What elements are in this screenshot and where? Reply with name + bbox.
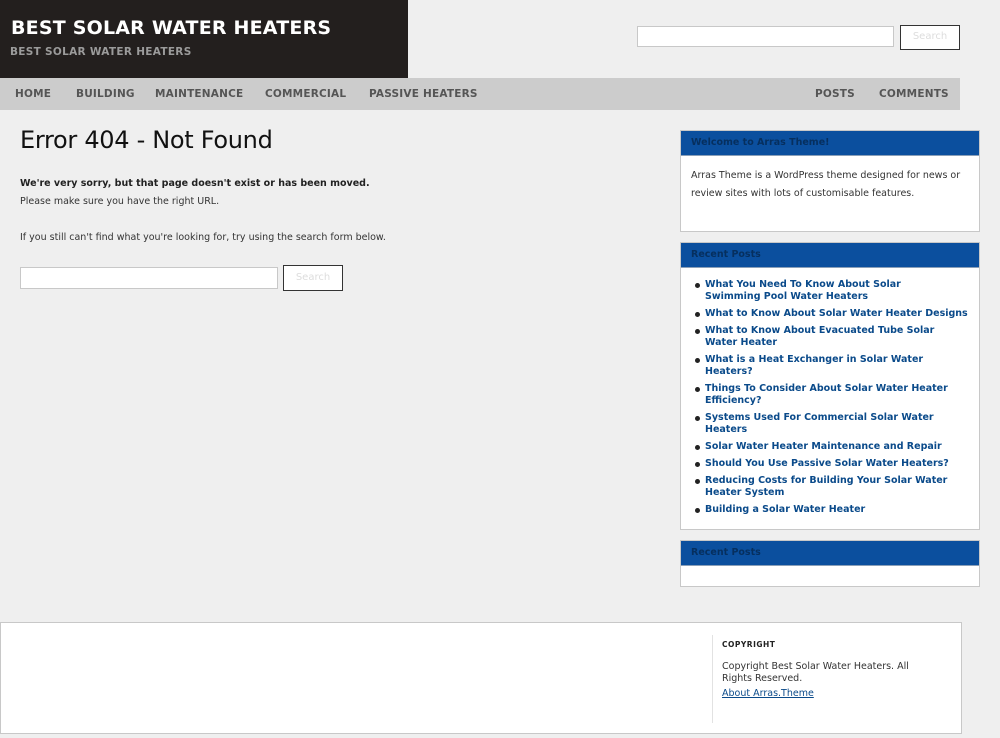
site-title[interactable]: BEST SOLAR WATER HEATERS — [11, 17, 331, 39]
welcome-widget-title: Welcome to Arras Theme! — [681, 131, 979, 156]
bullet-icon — [695, 445, 700, 450]
recent-posts-widget-2: Recent Posts — [680, 540, 980, 587]
nav-item-passive-heaters[interactable]: PASSIVE HEATERS — [369, 78, 478, 110]
bullet-icon — [695, 312, 700, 317]
nav-item-maintenance[interactable]: MAINTENANCE — [155, 78, 243, 110]
recent-post-link[interactable]: What to Know About Evacuated Tube Solar … — [705, 325, 955, 349]
header-search-button[interactable]: Search — [900, 25, 960, 50]
footer-theme-link[interactable]: About Arras.Theme — [722, 688, 814, 699]
recent-posts-title: Recent Posts — [681, 243, 979, 268]
footer-divider — [712, 635, 713, 723]
site-branding: BEST SOLAR WATER HEATERS BEST SOLAR WATE… — [0, 0, 408, 78]
welcome-widget: Welcome to Arras Theme! Arras Theme is a… — [680, 130, 980, 232]
bullet-icon — [695, 283, 700, 288]
bullet-icon — [695, 387, 700, 392]
recent-post-link[interactable]: What to Know About Solar Water Heater De… — [705, 308, 975, 320]
nav-item-comments-feed[interactable]: COMMENTS — [879, 78, 949, 110]
bullet-icon — [695, 416, 700, 421]
main-search-input[interactable] — [20, 267, 278, 289]
header-search-input[interactable] — [637, 26, 894, 47]
recent-post-link[interactable]: What is a Heat Exchanger in Solar Water … — [705, 354, 955, 378]
recent-post-link[interactable]: Systems Used For Commercial Solar Water … — [705, 412, 955, 436]
welcome-widget-text: Arras Theme is a WordPress theme designe… — [691, 170, 961, 199]
bullet-icon — [695, 329, 700, 334]
main-nav: HOME BUILDING MAINTENANCE COMMERCIAL PAS… — [0, 78, 960, 110]
recent-post-link[interactable]: What You Need To Know About Solar Swimmi… — [705, 279, 955, 303]
recent-post-link[interactable]: Building a Solar Water Heater — [705, 504, 955, 516]
recent-post-link[interactable]: Solar Water Heater Maintenance and Repai… — [705, 441, 975, 453]
bullet-icon — [695, 479, 700, 484]
page-title: Error 404 - Not Found — [20, 126, 273, 154]
recent-post-link[interactable]: Should You Use Passive Solar Water Heate… — [705, 458, 975, 470]
search-hint: If you still can't find what you're look… — [20, 232, 386, 243]
bullet-icon — [695, 462, 700, 467]
recent-posts-widget: Recent Posts What You Need To Know About… — [680, 242, 980, 530]
bullet-icon — [695, 358, 700, 363]
recent-posts-title-2: Recent Posts — [681, 541, 979, 566]
recent-post-link[interactable]: Things To Consider About Solar Water Hea… — [705, 383, 955, 407]
recent-post-link[interactable]: Reducing Costs for Building Your Solar W… — [705, 475, 955, 499]
nav-item-home[interactable]: HOME — [15, 78, 51, 110]
site-tagline: BEST SOLAR WATER HEATERS — [10, 46, 192, 58]
nav-item-commercial[interactable]: COMMERCIAL — [265, 78, 346, 110]
bullet-icon — [695, 508, 700, 513]
url-hint: Please make sure you have the right URL. — [20, 196, 220, 207]
nav-item-posts-feed[interactable]: POSTS — [815, 78, 855, 110]
footer-heading: COPYRIGHT — [722, 640, 776, 649]
main-search-button[interactable]: Search — [283, 265, 343, 291]
footer-copyright-text: Copyright Best Solar Water Heaters. All … — [722, 661, 909, 684]
nav-item-building[interactable]: BUILDING — [76, 78, 135, 110]
error-message: We're very sorry, but that page doesn't … — [20, 178, 370, 189]
